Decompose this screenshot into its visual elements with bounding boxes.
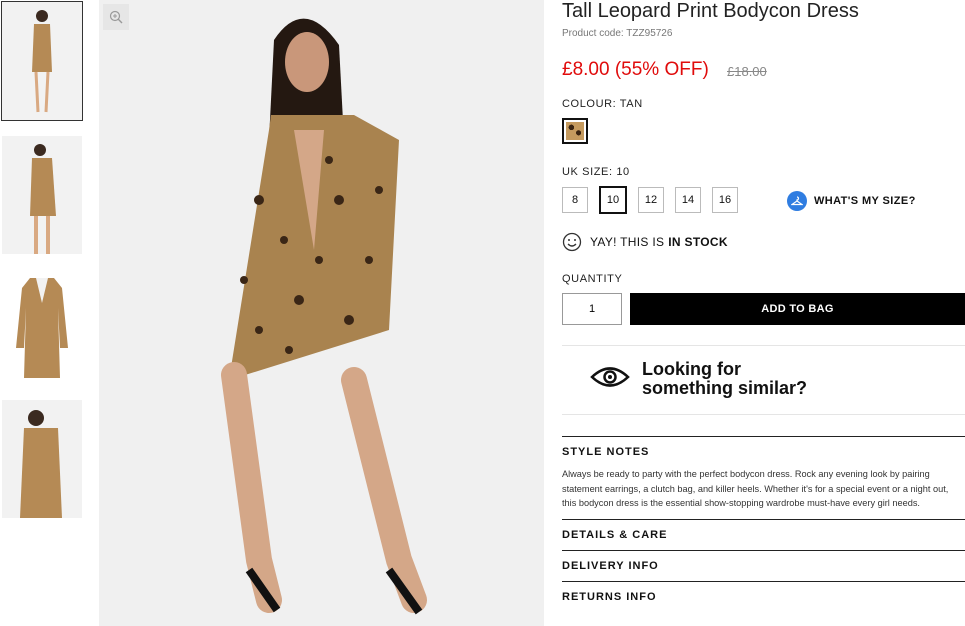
thumbnail-flat[interactable] (2, 268, 82, 386)
stock-status-text: IN STOCK (668, 235, 728, 249)
stock-status: YAY! THIS IS IN STOCK (562, 232, 728, 252)
colour-label-text: COLOUR: (562, 98, 617, 110)
divider (562, 519, 965, 520)
size-guide-link[interactable]: WHAT'S MY SIZE? (787, 191, 916, 211)
style-notes-body: Always be ready to party with the perfec… (562, 469, 949, 508)
similar-line-1: Looking for (642, 359, 741, 379)
thumbnail-side[interactable] (2, 136, 82, 254)
eye-icon (590, 367, 630, 387)
stock-prefix: YAY! THIS IS (590, 235, 665, 249)
size-option[interactable]: 16 (712, 187, 738, 213)
product-code: Product code: TZZ95726 (562, 28, 673, 39)
product-title: Tall Leopard Print Bodycon Dress (562, 0, 859, 22)
add-to-bag-button[interactable]: ADD TO BAG (630, 293, 965, 325)
size-label-text: UK SIZE: (562, 166, 613, 178)
returns-info-accordion[interactable]: RETURNS INFO (562, 591, 657, 603)
size-option[interactable]: 12 (638, 187, 664, 213)
similar-text: Looking for something similar? (642, 360, 807, 398)
divider (562, 550, 965, 551)
size-options: 8 10 12 14 16 (562, 186, 749, 214)
thumbnail-front[interactable] (1, 1, 83, 121)
quantity-input[interactable] (562, 293, 622, 325)
zoom-in-icon[interactable] (103, 4, 129, 30)
hanger-icon (787, 191, 807, 211)
colour-value: TAN (619, 98, 643, 110)
delivery-info-accordion[interactable]: DELIVERY INFO (562, 560, 659, 572)
smiley-icon (562, 232, 582, 252)
divider (562, 436, 965, 437)
similar-items-banner[interactable]: Looking for something similar? (562, 345, 965, 415)
quantity-label: QUANTITY (562, 273, 623, 285)
size-option-selected[interactable]: 10 (599, 186, 627, 214)
size-value: 10 (616, 166, 630, 178)
colour-swatch-tan[interactable] (562, 118, 588, 144)
size-option[interactable]: 14 (675, 187, 701, 213)
details-care-accordion[interactable]: DETAILS & CARE (562, 529, 667, 541)
size-label: UK SIZE: 10 (562, 166, 630, 178)
size-guide-label: WHAT'S MY SIZE? (814, 195, 916, 207)
style-notes-title[interactable]: STYLE NOTES (562, 446, 649, 458)
similar-line-2: something similar? (642, 378, 808, 398)
thumbnail-detail[interactable] (2, 400, 82, 518)
divider (562, 581, 965, 582)
main-product-image[interactable] (99, 0, 544, 626)
size-option[interactable]: 8 (562, 187, 588, 213)
original-price: £18.00 (727, 64, 767, 79)
sale-price: £8.00 (55% OFF) (562, 59, 709, 80)
colour-label: COLOUR: TAN (562, 98, 643, 110)
model-illustration (221, 18, 427, 615)
